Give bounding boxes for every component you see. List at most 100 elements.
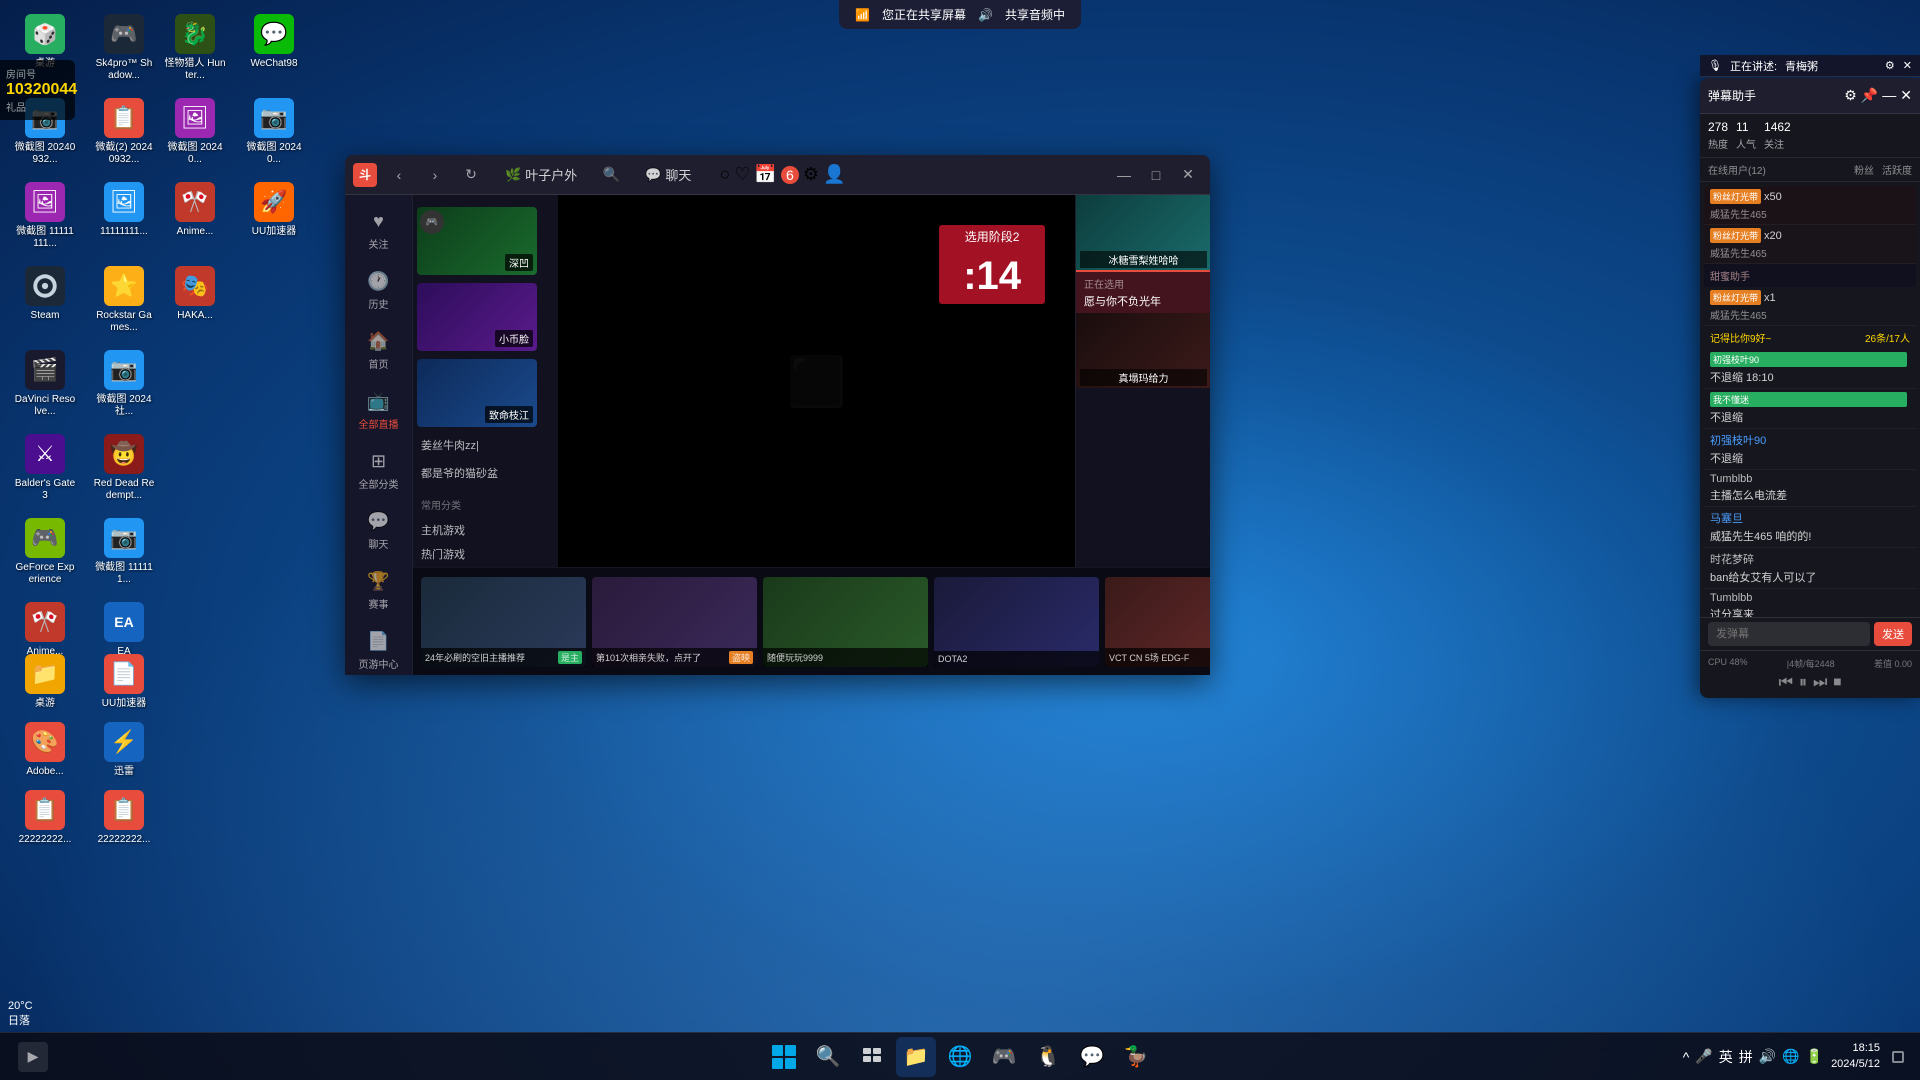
channel-list[interactable]: 深凹 🎮 小币脸 致命枝江 (413, 195, 558, 567)
ctrl-next-btn[interactable]: ⏭ (1813, 674, 1827, 692)
sidebar-history[interactable]: 🕐 历史 (345, 263, 412, 319)
desktop-icon-adobe[interactable]: 🎨 Adobe... (10, 718, 80, 782)
chat-input[interactable] (1708, 622, 1870, 646)
desktop-icon-steam[interactable]: Steam (10, 262, 80, 342)
taskbar-app-streaming[interactable]: 🦆 (1116, 1037, 1156, 1077)
channel-item-3[interactable]: 致命枝江 (413, 355, 558, 431)
close-btn[interactable]: ✕ (1174, 161, 1202, 189)
tray-network[interactable]: 🌐 (1782, 1048, 1799, 1065)
nav-tab-outdoor[interactable]: 🌿 叶子户外 (493, 161, 589, 188)
desktop-icon-screenshot7[interactable]: 🖼 微截图 20240... (160, 94, 230, 174)
bottom-thumb-3[interactable]: 随便玩玩9999 (763, 577, 928, 667)
desktop-icon-hunter[interactable]: 🐉 怪物猎人 Hunter... (160, 10, 230, 90)
taskbar-app-chat[interactable]: 💬 (1072, 1037, 1112, 1077)
sidebar-webcenter[interactable]: 📄 页游中心 (345, 623, 412, 675)
desktop-icon-doc2[interactable]: 📋 22222222... (10, 786, 80, 850)
streamer-settings-icon[interactable]: ⚙ (1885, 59, 1895, 72)
minimize-btn[interactable]: — (1110, 161, 1138, 189)
bottom-thumb-5[interactable]: VCT CN 5场 EDG-F 千嘉初约 (1105, 577, 1210, 667)
bottom-thumb-1[interactable]: 24年必刷的空旧主播推荐 是主 (421, 577, 586, 667)
channel-item-2[interactable]: 小币脸 (413, 279, 558, 355)
sidebar-chat[interactable]: 💬 聊天 (345, 503, 412, 559)
tray-lang-en[interactable]: 英 (1719, 1047, 1733, 1067)
taskbar-app-explorer[interactable]: 📁 (896, 1037, 936, 1077)
desktop-icon-sk4pro[interactable]: 🎮 Sk4pro™ Shadow... (89, 10, 159, 90)
assistant-settings-icon[interactable]: ⚙ (1844, 87, 1857, 104)
user-icon[interactable]: 👤 (823, 164, 845, 185)
tray-lang-cn[interactable]: 拼 (1739, 1047, 1753, 1067)
desktop-icon-screenshot4[interactable]: 🖼 11111111... (89, 178, 159, 258)
cat-hotgame[interactable]: 热门游戏 (413, 542, 558, 566)
taskview-button[interactable] (852, 1037, 892, 1077)
chat-messages-area[interactable]: 粉丝灯光带x50 威猛先生465 粉丝灯光带x20 威猛先生465 甜蜜助手 粉… (1700, 182, 1920, 617)
notification-center-btn[interactable] (1888, 1037, 1908, 1077)
tray-battery[interactable]: 🔋 (1806, 1048, 1823, 1065)
desktop-icon-screenshot5[interactable]: 📷 微截图 2024社... (89, 346, 159, 426)
send-danmaku-btn[interactable]: 发送 (1874, 622, 1912, 646)
bottom-thumb-4[interactable]: DOTA2 (934, 577, 1099, 667)
system-clock[interactable]: 18:15 2024/5/12 (1831, 1041, 1880, 1072)
taskbar-app-games[interactable]: 🎮 (984, 1037, 1024, 1077)
tray-volume[interactable]: 🔊 (1759, 1048, 1776, 1065)
assistant-close-icon[interactable]: ✕ (1900, 87, 1912, 104)
desktop-icon-doc[interactable]: 📄 UU加速器 (89, 650, 159, 714)
streamer-close-btn[interactable]: ✕ (1903, 59, 1912, 72)
channel-item-1[interactable]: 深凹 🎮 (413, 203, 558, 279)
desktop-icon-screenshot2[interactable]: 📋 微截(2) 20240932... (89, 94, 159, 174)
ctrl-stop-btn[interactable]: ⏹ (1833, 674, 1841, 692)
tray-chevron[interactable]: ^ (1683, 1049, 1690, 1065)
desktop-icon-thunder[interactable]: ⚡ 迅雷 (89, 718, 159, 782)
chat-msg-1: 初强枝叶90 不退缩 18:10 (1704, 349, 1916, 389)
sidebar-follow[interactable]: ♥ 关注 (345, 203, 412, 259)
maximize-btn[interactable]: □ (1142, 161, 1170, 189)
bookmark-icon[interactable]: ○ (719, 164, 730, 185)
chat-user-5: 马塞旦 (1710, 510, 1906, 526)
main-stream-area: ⬛ 选用阶段2 :14 (558, 195, 1075, 567)
nav-tab-chat[interactable]: 💬 聊天 (633, 161, 703, 188)
settings-icon[interactable]: ⚙ (803, 164, 819, 185)
desktop-icon-geforce[interactable]: 🎮 GeForce Experience (10, 514, 80, 594)
desktop-icon-baldurs[interactable]: ⚔ Balder's Gate 3 (10, 430, 80, 510)
desktop-icon-folder[interactable]: 📁 桌游 (10, 650, 80, 714)
desktop-icon-screenshot3[interactable]: 🖼 微截图 11111111... (10, 178, 80, 258)
channel-hostname-2[interactable]: 都是爷的猫砂盆 (413, 459, 558, 487)
desktop-icon-screenshot8[interactable]: 📷 微截图 20240... (239, 94, 309, 174)
nav-forward-btn[interactable]: › (421, 161, 449, 189)
running-app-indicator[interactable]: ▶ (8, 1037, 58, 1077)
desktop-icon-screenshot6[interactable]: 📷 微截图 111111... (89, 514, 159, 594)
right-stream-2[interactable]: 真塌玛给力 (1076, 313, 1210, 388)
desktop-icon-uu[interactable]: 🚀 UU加速器 (239, 178, 309, 258)
chat-msg-5: 马塞旦 威猛先生465 咱的的! (1704, 507, 1916, 548)
desktop-icon-anime2[interactable]: 🎌 Anime... (160, 178, 230, 258)
desktop-icon-davinci[interactable]: 🎬 DaVinci Resolve... (10, 346, 80, 426)
taskbar-app-edge[interactable]: 🌐 (940, 1037, 980, 1077)
ctrl-play-btn[interactable]: ⏸ (1799, 674, 1807, 692)
ctrl-prev-btn[interactable]: ⏮ (1779, 674, 1793, 692)
nav-back-btn[interactable]: ‹ (385, 161, 413, 189)
nav-search-btn[interactable]: 🔍 (597, 161, 625, 189)
calendar-icon[interactable]: 📅 (754, 164, 776, 185)
search-button[interactable]: 🔍 (808, 1037, 848, 1077)
assistant-pin-icon[interactable]: 📌 (1861, 87, 1878, 104)
right-stream-1[interactable]: 冰糖雪梨姓哈哈 (1076, 195, 1210, 270)
start-button[interactable] (764, 1037, 804, 1077)
sidebar-categories[interactable]: ⊞ 全部分类 (345, 443, 412, 499)
assistant-minimize-icon[interactable]: — (1882, 87, 1896, 104)
tray-mic[interactable]: 🎤 (1695, 1048, 1712, 1065)
cat-maingame[interactable]: 主机游戏 (413, 518, 558, 542)
sidebar-home[interactable]: 🏠 首页 (345, 323, 412, 379)
taskbar-app-tencent[interactable]: 🐧 (1028, 1037, 1068, 1077)
nav-refresh-btn[interactable]: ↻ (457, 161, 485, 189)
heart-icon[interactable]: ♡ (734, 164, 750, 185)
sidebar-live[interactable]: 📺 全部直播 (345, 383, 412, 439)
bottom-thumb-2[interactable]: 第101次相亲失败，点开了 盗映 (592, 577, 757, 667)
screenshot1-label: 微截图 20240932... (14, 142, 76, 166)
right-stream-active[interactable]: 正在选用 愿与你不负光年 (1076, 272, 1210, 313)
channel-hostname-1[interactable]: 姜丝牛肉zz| (413, 431, 558, 459)
desktop-icon-rockstar[interactable]: ⭐ Rockstar Games... (89, 262, 159, 342)
desktop-icon-haka[interactable]: 🎭 HAKA... (160, 262, 230, 342)
desktop-icon-doc3[interactable]: 📋 22222222... (89, 786, 159, 850)
desktop-icon-wechat[interactable]: 💬 WeChat98 (239, 10, 309, 90)
desktop-icon-rdr[interactable]: 🤠 Red Dead Redempt... (89, 430, 159, 510)
sidebar-events[interactable]: 🏆 赛事 (345, 563, 412, 619)
